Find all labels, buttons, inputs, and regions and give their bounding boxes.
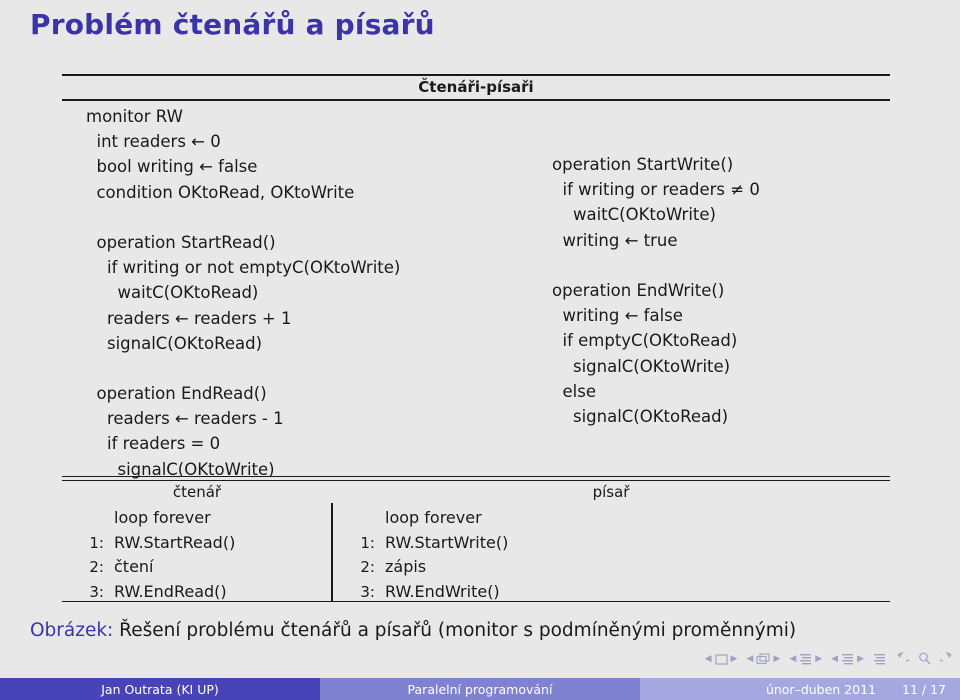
nav-prev-subsection-icon[interactable]: ◀ [789,654,796,664]
nav-slide-group[interactable]: ◀ ▶ [705,650,738,669]
process-header-writer: písař [592,483,630,501]
footer-meta: únor–duben 2011 11 / 17 [640,678,960,700]
process-body-reader: 0:loop forever1:RW.StartRead()2:čtení3:R… [62,506,331,604]
monitor-code-left-line: readers ← readers + 1 [86,308,292,328]
footer-page-number: 11 / 17 [902,681,946,697]
page-title: Problém čtenářů a písařů [30,8,435,41]
monitor-code-right-line: if emptyC(OKtoRead) [552,331,738,351]
monitor-code-left-line: condition OKtoRead, OKtoWrite [86,182,355,202]
monitor-code-left-line: signalC(OKtoWrite) [86,459,275,479]
process-line: 0:loop forever [333,506,890,531]
monitor-code-right-line: signalC(OKtoRead) [552,406,729,426]
process-line-code: zápis [385,557,427,576]
process-line: 1: RW.StartRead() [62,531,331,556]
footer-author: Jan Outrata (KI UP) [0,678,320,700]
nav-section-icon[interactable] [841,650,854,669]
nav-prev-slide-icon[interactable]: ◀ [705,654,712,664]
nav-prev-frame-icon[interactable]: ◀ [746,654,753,664]
process-line-code: RW.StartRead() [114,532,236,552]
monitor-code-left-line: monitor RW [86,107,183,126]
process-line-number: 1: [89,533,104,552]
process-line-code: loop forever [385,508,482,527]
process-body-writer: 0:loop forever1:RW.StartWrite()2:zápis3:… [333,506,890,604]
monitor-code-right-line: writing ← true [552,230,678,250]
monitor-code-left-line: operation EndRead() [86,384,267,404]
monitor-code-left-blank [86,205,400,230]
nav-next-section-icon[interactable]: ▶ [857,654,864,664]
nav-next-slide-icon[interactable]: ▶ [731,654,738,664]
monitor-code-right-line: waitC(OKtoWrite) [552,205,716,225]
monitor-code-left-blank [86,356,400,381]
monitor-code-right-line: signalC(OKtoWrite) [552,356,731,376]
footer-date: únor–duben 2011 [765,681,877,697]
process-header-reader: čtenář [172,483,222,501]
monitor-code-right-blank [552,253,760,278]
monitor-code-left-line: if readers = 0 [86,434,221,454]
monitor-code-left-line: if writing or not emptyC(OKtoWrite) [86,258,401,278]
monitor-code-right-line: if writing or readers ≠ 0 [552,180,760,200]
figure-caption: Obrázek: Řešení problému čtenářů a písař… [30,620,940,641]
process-line-number: 2: [89,558,104,576]
nav-prev-section-icon[interactable]: ◀ [831,654,838,664]
table-rule-mid-bottom [62,480,890,481]
process-line-code: RW.StartWrite() [385,532,509,552]
nav-subsection-icon[interactable] [799,650,812,669]
table-caption-header: Čtenáři-písaři [418,78,534,96]
monitor-code-left-line: operation StartRead() [86,232,276,252]
process-line-code: loop forever [114,508,211,527]
beamer-navigation-symbols: ◀ ▶ ◀ ▶ ◀ ▶ ◀ ▶ [705,649,954,669]
nav-frame-icon[interactable] [756,650,770,669]
table-rule-mid-top [62,476,890,477]
figure-caption-label: Obrázek: [30,620,114,641]
nav-forward-icon[interactable] [937,649,954,669]
table-rule-bottom [62,601,890,602]
monitor-code-right-line: operation EndWrite() [552,280,725,300]
nav-back-icon[interactable] [895,649,912,669]
figure-caption-text: Řešení problému čtenářů a písařů (monito… [113,620,797,641]
monitor-code-left-line: int readers ← 0 [86,132,221,152]
process-line-number: 2: [360,558,375,576]
footer-subject: Paralelní programování [320,678,640,700]
monitor-code-left-line: readers ← readers - 1 [86,409,284,429]
slide-footer: Jan Outrata (KI UP) Paralelní programová… [0,678,960,700]
nav-slide-icon[interactable] [714,650,728,669]
monitor-code-left-line: signalC(OKtoRead) [86,333,263,353]
process-line: 2: čtení [62,555,331,580]
monitor-code-right: operation StartWrite() if writing or rea… [552,152,760,429]
nav-document-icon[interactable] [873,650,886,669]
figure-table: Čtenáři-písaři monitor RW int readers ← … [62,74,890,604]
nav-frame-group[interactable]: ◀ ▶ [746,650,780,669]
table-rule-under-header [62,99,890,101]
process-line-code: čtení [114,557,154,576]
nav-next-subsection-icon[interactable]: ▶ [815,654,822,664]
monitor-code-right-line: writing ← false [552,306,683,326]
monitor-code-right-line: operation StartWrite() [552,155,734,174]
process-line-number: 1: [360,533,375,552]
search-icon[interactable] [918,650,931,669]
process-line: 0:loop forever [62,506,331,531]
nav-next-frame-icon[interactable]: ▶ [773,654,780,664]
monitor-code-left-line: waitC(OKtoRead) [86,283,259,303]
monitor-code-left-line: bool writing ← false [86,157,258,177]
monitor-code-left: monitor RW int readers ← 0 bool writing … [86,104,400,482]
nav-section-group[interactable]: ◀ ▶ [831,650,864,669]
process-line: 1: RW.StartWrite() [333,531,890,556]
monitor-code-right-line: else [552,381,596,401]
process-line: 2: zápis [333,555,890,580]
nav-subsection-group[interactable]: ◀ ▶ [789,650,822,669]
